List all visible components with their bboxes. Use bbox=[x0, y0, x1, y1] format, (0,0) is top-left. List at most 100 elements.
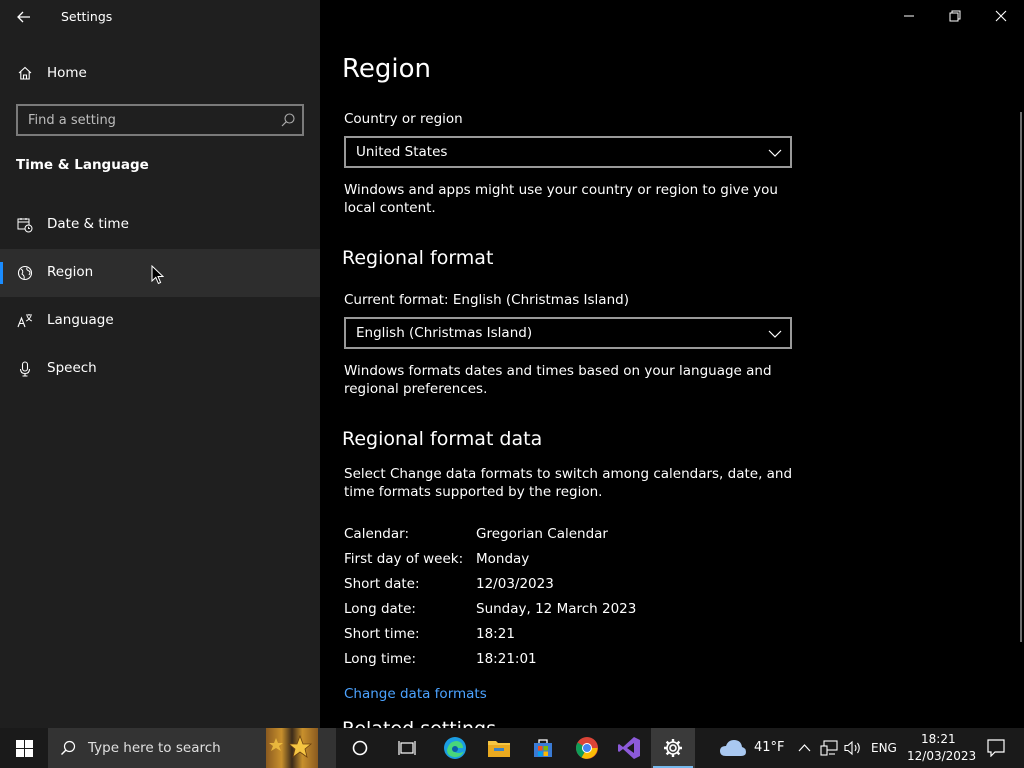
star-icon bbox=[269, 734, 313, 758]
search-icon[interactable] bbox=[280, 112, 296, 128]
back-button[interactable] bbox=[12, 6, 36, 28]
visual-studio-icon bbox=[618, 737, 640, 759]
format-data-row: Calendar: Gregorian Calendar bbox=[344, 526, 744, 548]
search-input[interactable] bbox=[18, 106, 268, 134]
format-data-value: Sunday, 12 March 2023 bbox=[476, 601, 637, 617]
calendar-clock-icon bbox=[17, 218, 33, 233]
minimize-icon bbox=[904, 15, 914, 17]
title-bar: Settings bbox=[0, 0, 320, 34]
back-arrow-icon bbox=[17, 11, 30, 23]
format-data-row: Short date: 12/03/2023 bbox=[344, 576, 744, 598]
mouse-cursor-icon bbox=[151, 265, 164, 285]
close-icon bbox=[995, 10, 1007, 22]
restore-icon bbox=[949, 10, 961, 22]
chevron-up-icon bbox=[798, 744, 811, 752]
format-data-description: Select Change data formats to switch amo… bbox=[344, 466, 793, 500]
taskbar-edge[interactable] bbox=[433, 728, 477, 768]
gear-icon bbox=[664, 739, 682, 757]
format-data-key: First day of week: bbox=[344, 551, 464, 567]
format-data-key: Long date: bbox=[344, 601, 416, 617]
weather-temp: 41°F bbox=[754, 740, 785, 755]
show-hidden-icons-button[interactable] bbox=[795, 728, 815, 768]
sidebar-item-date-time[interactable]: Date & time bbox=[0, 201, 320, 249]
cortana-button[interactable] bbox=[338, 728, 382, 768]
input-language[interactable]: ENG bbox=[871, 741, 897, 755]
country-description: Windows and apps might use your country … bbox=[344, 182, 778, 216]
taskbar-search-placeholder: Type here to search bbox=[88, 740, 221, 756]
cortana-icon bbox=[352, 740, 368, 756]
format-data-key: Long time: bbox=[344, 651, 417, 667]
format-data-row: Long time: 18:21:01 bbox=[344, 651, 744, 673]
country-dropdown-value: United States bbox=[356, 144, 448, 160]
volume-button[interactable] bbox=[842, 728, 864, 768]
taskbar-settings[interactable] bbox=[651, 728, 695, 768]
page-title: Region bbox=[342, 54, 432, 84]
notification-icon bbox=[987, 739, 1005, 757]
clock[interactable]: 18:21 12/03/2023 bbox=[902, 728, 976, 768]
format-data-key: Short time: bbox=[344, 626, 420, 642]
taskbar: Type here to search 41°F ENG 18:21 12/03… bbox=[0, 728, 1024, 768]
sidebar-item-label: Date & time bbox=[47, 216, 129, 232]
search-icon bbox=[61, 740, 76, 755]
regional-format-description: Windows formats dates and times based on… bbox=[344, 363, 772, 397]
format-data-row: First day of week: Monday bbox=[344, 551, 744, 573]
close-button[interactable] bbox=[978, 0, 1024, 32]
network-button[interactable] bbox=[818, 728, 840, 768]
scrollbar[interactable] bbox=[1020, 112, 1022, 642]
current-format-label: Current format: English (Christmas Islan… bbox=[344, 292, 629, 308]
sidebar-item-label: Region bbox=[47, 264, 94, 280]
home-icon bbox=[18, 66, 32, 80]
notification-center-button[interactable] bbox=[976, 728, 1016, 768]
cloud-icon bbox=[720, 740, 746, 756]
speaker-icon bbox=[844, 740, 860, 756]
section-heading: Time & Language bbox=[16, 157, 149, 173]
clock-date: 12/03/2023 bbox=[907, 749, 977, 763]
sidebar-item-label: Speech bbox=[47, 360, 97, 376]
regional-format-dropdown-value: English (Christmas Island) bbox=[356, 325, 533, 341]
chevron-down-icon bbox=[768, 330, 782, 338]
sidebar-item-speech[interactable]: Speech bbox=[0, 345, 320, 393]
sidebar-item-language[interactable]: Language bbox=[0, 297, 320, 345]
nav-home[interactable]: Home bbox=[0, 56, 320, 90]
sidebar-item-label: Language bbox=[47, 312, 114, 328]
chrome-browser-icon bbox=[576, 737, 598, 759]
task-view-button[interactable] bbox=[385, 728, 429, 768]
format-data-value: 18:21 bbox=[476, 626, 515, 642]
nav-home-label: Home bbox=[47, 65, 87, 81]
windows-logo-icon bbox=[15, 739, 33, 757]
edge-browser-icon bbox=[444, 737, 466, 759]
settings-sidebar: Settings Home Time & Language Date & tim… bbox=[0, 0, 320, 728]
globe-icon bbox=[17, 265, 33, 281]
change-data-formats-link[interactable]: Change data formats bbox=[344, 686, 487, 702]
taskbar-search[interactable]: Type here to search bbox=[48, 728, 336, 768]
taskbar-file-explorer[interactable] bbox=[477, 728, 521, 768]
regional-format-heading: Regional format bbox=[342, 247, 494, 269]
format-data-key: Short date: bbox=[344, 576, 420, 592]
search-box[interactable] bbox=[16, 104, 304, 136]
restore-button[interactable] bbox=[932, 0, 978, 32]
regional-format-dropdown[interactable]: English (Christmas Island) bbox=[344, 317, 792, 349]
chevron-down-icon bbox=[768, 149, 782, 157]
format-data-value: Gregorian Calendar bbox=[476, 526, 608, 542]
clock-time: 18:21 bbox=[921, 732, 956, 746]
taskbar-store[interactable] bbox=[521, 728, 565, 768]
taskbar-chrome[interactable] bbox=[565, 728, 609, 768]
active-indicator bbox=[0, 262, 3, 284]
app-title: Settings bbox=[61, 9, 113, 24]
store-icon bbox=[534, 739, 552, 757]
related-settings-heading: Related settings bbox=[342, 718, 496, 728]
network-icon bbox=[820, 740, 838, 756]
folder-icon bbox=[488, 741, 510, 757]
minimize-button[interactable] bbox=[886, 0, 932, 32]
format-data-value: Monday bbox=[476, 551, 530, 567]
language-icon bbox=[17, 314, 33, 328]
format-data-value: 12/03/2023 bbox=[476, 576, 554, 592]
start-button[interactable] bbox=[0, 728, 48, 768]
taskbar-visual-studio[interactable] bbox=[607, 728, 651, 768]
format-data-value: 18:21:01 bbox=[476, 651, 537, 667]
country-dropdown[interactable]: United States bbox=[344, 136, 792, 168]
weather-widget[interactable]: 41°F bbox=[715, 728, 787, 768]
country-label: Country or region bbox=[344, 111, 463, 127]
task-view-icon bbox=[398, 741, 416, 755]
search-highlight-image bbox=[266, 728, 318, 768]
